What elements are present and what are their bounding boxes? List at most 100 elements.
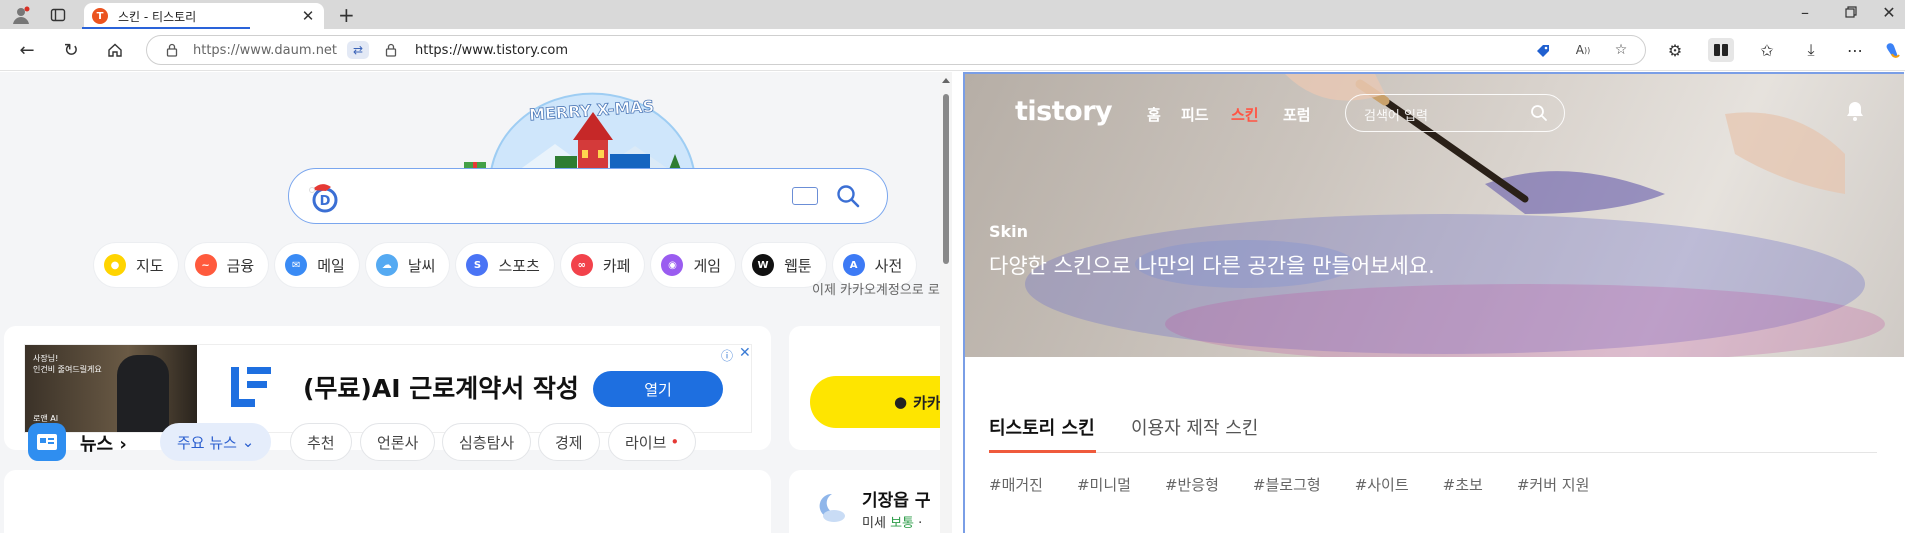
shortcut-finance[interactable]: ~ 금융 <box>184 243 269 287</box>
copilot-icon[interactable] <box>1880 38 1905 62</box>
search-placeholder: 검색어 입력 <box>1364 109 1428 124</box>
shortcut-label: 게임 <box>693 256 722 275</box>
news-tab-press[interactable]: 언론사 <box>360 423 436 461</box>
ad-close-icon[interactable]: ✕ <box>739 345 751 361</box>
lock-icon <box>385 43 397 57</box>
keyboard-icon[interactable] <box>792 187 818 205</box>
svg-text:D: D <box>320 194 331 209</box>
left-pane-scrollbar[interactable] <box>940 72 952 533</box>
nav-skin[interactable]: 스킨 <box>1231 104 1259 125</box>
tag-blog-type[interactable]: #블로그형 <box>1253 474 1321 495</box>
tag-magazine[interactable]: #매거진 <box>989 474 1043 495</box>
scrollbar-thumb[interactable] <box>943 94 949 264</box>
lock-icon <box>166 43 178 57</box>
tab-tistory-skin[interactable]: 티스토리 스킨 <box>989 414 1095 440</box>
kakao-login-note: 이제 카카오계정으로 로 <box>812 283 940 298</box>
news-tab-live[interactable]: 라이브 • <box>608 423 697 461</box>
split-screen-icon[interactable] <box>1708 38 1734 62</box>
weather-icon: ☁ <box>375 254 398 276</box>
ad-open-button[interactable]: 열기 <box>593 371 723 407</box>
restore-icon[interactable] <box>1840 3 1862 22</box>
tag-beginner[interactable]: #초보 <box>1443 474 1483 495</box>
shortcut-label: 스포츠 <box>498 256 540 275</box>
downloads-icon[interactable]: ⤓ <box>1798 38 1824 62</box>
tistory-favicon-icon: T <box>92 8 108 24</box>
refresh-icon[interactable]: ↻ <box>59 38 83 62</box>
tistory-search-box[interactable]: 검색어 입력 <box>1345 94 1565 132</box>
active-tab-indicator <box>989 450 1096 453</box>
news-tab-label: 언론사 <box>377 433 419 452</box>
shortcut-label: 사전 <box>874 256 903 275</box>
news-tab-main[interactable]: 주요 뉴스 ⌄ <box>160 423 272 461</box>
chevron-down-icon: ⌄ <box>241 433 255 451</box>
notification-bell-icon[interactable] <box>1845 100 1865 122</box>
scroll-up-icon[interactable] <box>942 78 950 83</box>
kakao-login-label: 카카 <box>913 393 941 412</box>
hero-banner: tistory 홈 피드 스킨 포럼 검색어 입력 Skin 다양한 스킨으로 … <box>965 74 1904 357</box>
right-pane-url[interactable]: https://www.tistory.com <box>415 43 568 58</box>
kakao-login-button[interactable]: ● 카카 <box>810 376 952 428</box>
shortcut-label: 카페 <box>602 256 631 275</box>
address-bar: ← ↻ https://www.daum.net ⇄ https://www.t… <box>0 29 1905 71</box>
shortcut-sports[interactable]: S 스포츠 <box>456 243 554 287</box>
search-icon[interactable] <box>835 183 861 209</box>
news-tab-label: 라이브 <box>625 433 667 452</box>
news-tab-economy[interactable]: 경제 <box>538 423 600 461</box>
extensions-icon[interactable]: ⚙ <box>1662 38 1688 62</box>
shortcut-label: 웹툰 <box>784 256 812 275</box>
omnibox[interactable]: https://www.daum.net ⇄ https://www.tisto… <box>146 35 1646 65</box>
webtoon-icon: W <box>752 254 775 276</box>
tag-minimal[interactable]: #미니멀 <box>1077 474 1131 495</box>
news-icon <box>28 423 66 461</box>
favorites-icon[interactable]: ✩ <box>1754 38 1780 62</box>
news-title-text: 뉴스 <box>80 434 114 455</box>
shortcut-mail[interactable]: ✉ 메일 <box>275 243 359 287</box>
game-icon: ◉ <box>661 254 684 276</box>
ad-image-text: 사장님! <box>33 354 59 363</box>
left-pane-url[interactable]: https://www.daum.net <box>193 43 337 58</box>
tab-user-made-skin[interactable]: 이용자 제작 스킨 <box>1131 414 1258 440</box>
ad-image: 사장님! 인건비 줄여드릴게요 로앤 AI <box>25 345 197 432</box>
chart-icon: ~ <box>194 254 217 276</box>
close-window-icon[interactable]: ✕ <box>1878 3 1900 22</box>
shortcut-cafe[interactable]: ∞ 카페 <box>560 243 645 287</box>
chevron-right-icon: › <box>119 434 127 455</box>
weather-location[interactable]: 기장읍 구 <box>862 486 930 511</box>
read-aloud-icon[interactable]: A)) <box>1573 40 1593 60</box>
news-section-title[interactable]: 뉴스 › <box>80 430 127 456</box>
tag-site[interactable]: #사이트 <box>1355 474 1409 495</box>
ad-headline[interactable]: (무료)AI 근로계약서 작성 <box>303 369 579 405</box>
news-tab-recommended[interactable]: 추천 <box>290 423 352 461</box>
minimize-icon[interactable]: – <box>1794 3 1816 22</box>
ad-info-icon[interactable]: ⓘ <box>721 347 733 364</box>
mail-icon: ✉ <box>285 254 308 276</box>
news-tab-indepth[interactable]: 심층탐사 <box>442 423 532 461</box>
map-pin-icon: ● <box>104 254 126 276</box>
search-icon[interactable] <box>1530 104 1548 122</box>
shortcut-game[interactable]: ◉ 게임 <box>651 243 736 287</box>
tag-cover-support[interactable]: #커버 지원 <box>1517 474 1590 495</box>
favorite-star-icon[interactable]: ☆ <box>1611 40 1631 60</box>
profile-icon[interactable] <box>10 4 32 26</box>
split-link-icon[interactable]: ⇄ <box>347 41 369 59</box>
tag-responsive[interactable]: #반응형 <box>1165 474 1219 495</box>
shortcut-map[interactable]: ● 지도 <box>94 243 178 287</box>
daum-logo-icon: D <box>309 184 338 213</box>
sports-icon: S <box>466 254 489 276</box>
daum-search-box[interactable]: D <box>288 168 888 224</box>
close-tab-icon[interactable]: ✕ <box>300 7 316 25</box>
nav-feed[interactable]: 피드 <box>1181 104 1209 125</box>
shortcut-weather[interactable]: ☁ 날씨 <box>365 243 450 287</box>
tab-active[interactable]: T 스킨 - 티스토리 ✕ <box>84 3 324 29</box>
more-menu-icon[interactable]: ⋯ <box>1842 38 1868 62</box>
tistory-logo[interactable]: tistory <box>1015 96 1113 127</box>
back-icon[interactable]: ← <box>15 38 39 62</box>
home-icon[interactable] <box>103 38 127 62</box>
nav-home[interactable]: 홈 <box>1147 104 1161 125</box>
news-card <box>4 470 771 533</box>
tab-actions-icon[interactable] <box>47 4 69 26</box>
new-tab-icon[interactable]: + <box>338 3 355 27</box>
nav-forum[interactable]: 포럼 <box>1283 104 1311 125</box>
ad-banner[interactable]: 사장님! 인건비 줄여드릴게요 로앤 AI (무료)AI 근로계약서 작성 열기… <box>24 344 752 433</box>
coupon-tag-icon[interactable] <box>1533 40 1553 60</box>
